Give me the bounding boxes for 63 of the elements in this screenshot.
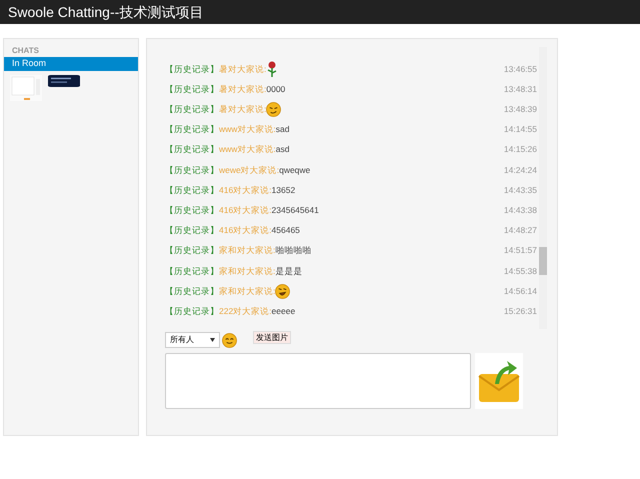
message-time: 13:48:31 (504, 82, 537, 96)
send-image-button[interactable]: 发送图片 (253, 331, 291, 344)
history-tag: 【历史记录】 (165, 123, 219, 136)
message-text: 456465 (272, 224, 300, 237)
history-tag: 【历史记录】 (165, 164, 219, 176)
message-time: 14:43:38 (504, 204, 537, 217)
message-time: 13:46:55 (504, 62, 537, 76)
message-time: 14:48:27 (504, 224, 537, 237)
sender-name: 家和对大家说: (219, 284, 276, 298)
message-time: 14:24:24 (504, 164, 537, 176)
recipient-select[interactable]: 所有人 (165, 332, 220, 348)
message-text: 啪啪啪啪 (275, 244, 312, 258)
history-tag: 【历史记录】 (165, 62, 219, 76)
message-time: 14:43:35 (504, 184, 537, 197)
history-tag: 【历史记录】 (165, 103, 219, 116)
caret-icon (210, 338, 215, 342)
history-tag: 【历史记录】 (165, 224, 219, 237)
message-time: 14:15:26 (504, 143, 537, 156)
message-text: 0000 (266, 82, 286, 96)
emoji-face-icon (266, 102, 282, 117)
message-time: 14:51:57 (504, 244, 537, 258)
message-text: 13652 (272, 184, 296, 197)
sender-name: 416对大家说: (219, 184, 272, 197)
history-tag: 【历史记录】 (165, 143, 219, 156)
sender-name: 416对大家说: (219, 204, 272, 217)
sender-name: www对大家说: (219, 123, 276, 136)
sender-name: 家和对大家说: (219, 264, 276, 278)
message-text: sad (276, 123, 290, 136)
sender-name: 暑对大家说: (219, 62, 266, 76)
emoji-face-icon (222, 332, 237, 348)
history-tag: 【历史记录】 (165, 304, 219, 318)
sidebar-heading: CHATS (11, 45, 40, 57)
message-input[interactable] (165, 353, 471, 409)
message-text: 2345645641 (272, 204, 319, 217)
recipient-value: 所有人 (170, 334, 194, 346)
sender-name: 暑对大家说: (219, 103, 266, 116)
history-tag: 【历史记录】 (165, 184, 219, 197)
sender-name: 222对大家说: (219, 304, 272, 318)
sender-name: www对大家说: (219, 143, 276, 156)
history-tag: 【历史记录】 (165, 244, 219, 258)
send-button[interactable] (475, 353, 523, 409)
app-title: Swoole Chatting--技术测试项目 (8, 2, 204, 22)
history-tag: 【历史记录】 (165, 284, 219, 298)
message-time: 14:55:38 (504, 264, 537, 278)
history-tag: 【历史记录】 (165, 82, 219, 96)
history-tag: 【历史记录】 (165, 204, 219, 217)
sender-name: 家和对大家说: (219, 244, 276, 258)
emoji-face-icon (275, 284, 290, 299)
envelope-icon (477, 358, 521, 404)
message-time: 13:48:39 (504, 103, 537, 116)
rose-icon (266, 61, 278, 78)
message-text: eeeee (272, 304, 296, 318)
message-time: 15:26:31 (504, 304, 537, 318)
sender-name: 416对大家说: (219, 224, 272, 237)
message-text: 是是是 (275, 264, 302, 278)
message-time: 14:14:55 (504, 123, 537, 136)
message-text: asd (276, 143, 290, 156)
sidebar-item[interactable]: In Room (4, 57, 138, 71)
history-tag: 【历史记录】 (165, 264, 219, 278)
sender-name: wewe对大家说: (219, 164, 280, 176)
message-text: qweqwe (279, 164, 310, 176)
sender-name: 暑对大家说: (219, 82, 266, 96)
message-time: 14:56:14 (504, 284, 537, 298)
